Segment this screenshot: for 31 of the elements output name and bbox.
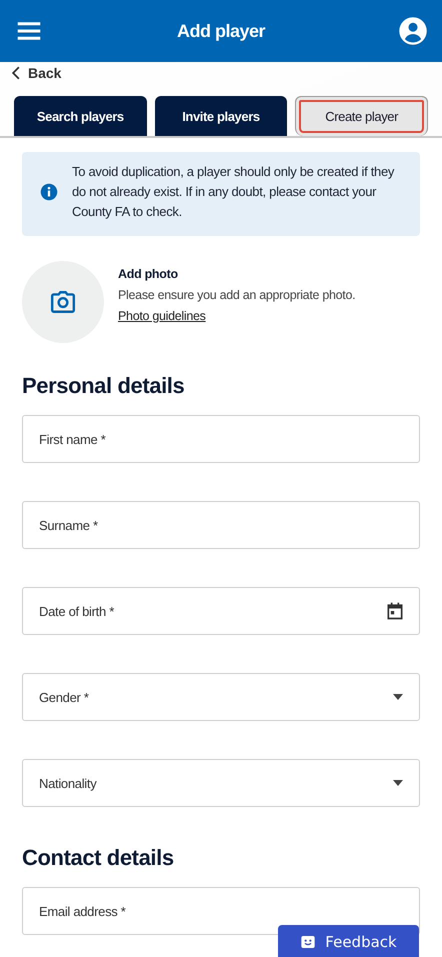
- photo-guidelines-link[interactable]: Photo guidelines: [118, 308, 206, 322]
- photo-hint: Please ensure you add an appropriate photo.: [118, 286, 356, 304]
- field-label: First name *: [39, 432, 106, 446]
- back-link[interactable]: Back: [12, 64, 62, 82]
- field-label: Date of birth *: [39, 604, 114, 618]
- feedback-button[interactable]: Feedback: [278, 925, 419, 957]
- dropdown-field[interactable]: Gender *: [22, 673, 420, 721]
- input-field[interactable]: Surname *: [22, 501, 420, 549]
- info-icon: [40, 183, 58, 201]
- input-field[interactable]: Email address *: [22, 887, 420, 935]
- photo-title: Add photo: [118, 266, 179, 283]
- chevron-left-icon: [12, 66, 20, 80]
- account-button[interactable]: [398, 16, 428, 46]
- field-label: Email address *: [39, 904, 126, 918]
- smiley-icon: [300, 934, 316, 950]
- date-field[interactable]: Date of birth *: [22, 587, 420, 635]
- tab[interactable]: Invite players: [154, 96, 288, 136]
- field-label: Gender *: [39, 690, 89, 704]
- calendar-icon: [385, 601, 405, 621]
- section-heading: Contact details: [22, 845, 175, 871]
- user-icon: [398, 16, 428, 46]
- page-title: Add player: [176, 20, 266, 42]
- tab[interactable]: Create player: [295, 96, 428, 136]
- dropdown-field[interactable]: Nationality: [22, 759, 420, 807]
- field-label: Nationality: [39, 776, 96, 790]
- tab[interactable]: Search players: [14, 96, 147, 136]
- section-heading: Personal details: [22, 373, 186, 399]
- notice-text: To avoid duplication, a player should only be created if they do not already exist. If in any doubt, please contact your County FA to check.: [72, 163, 396, 221]
- input-field[interactable]: First name *: [22, 415, 420, 463]
- field-label: Surname *: [39, 518, 98, 532]
- camera-icon: [49, 289, 77, 315]
